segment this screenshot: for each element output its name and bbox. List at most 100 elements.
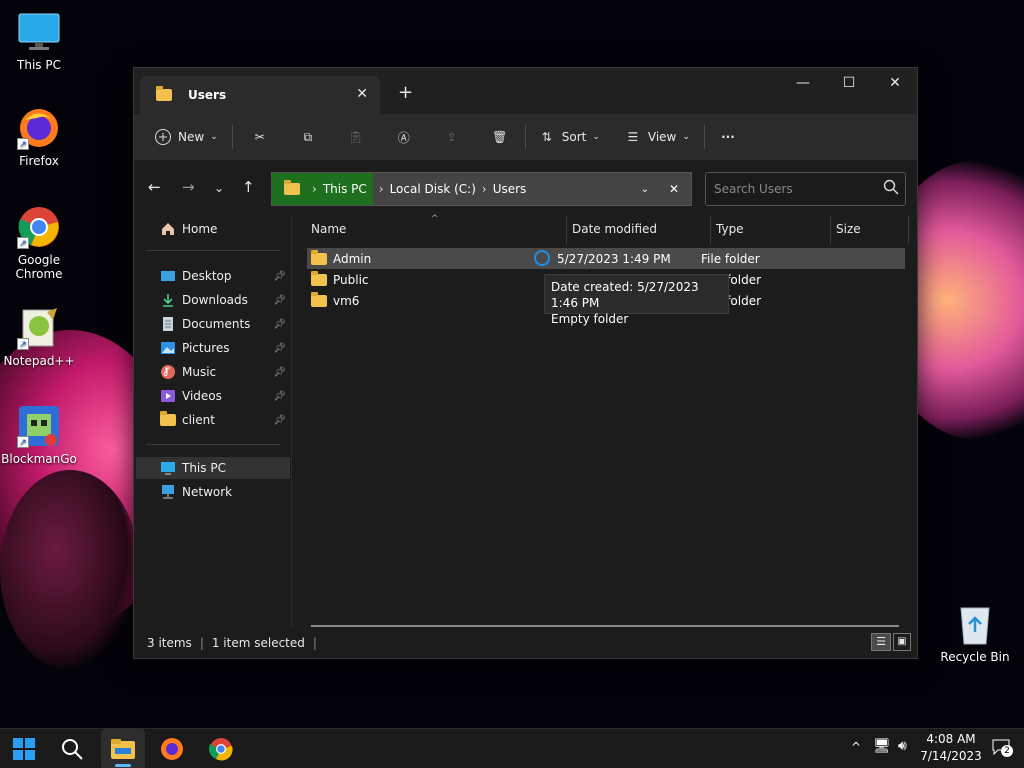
recycle-bin-icon (953, 602, 997, 646)
home-icon (160, 221, 176, 237)
navigation-pane: Home Desktop 📌︎ Downloads 📌︎ Documents 📌… (134, 216, 292, 628)
chrome-icon: ↗ (17, 205, 61, 249)
tooltip-description: Empty folder (551, 312, 629, 326)
share-icon[interactable]: ⇪ (441, 126, 463, 148)
view-button[interactable]: ☰ View ⌄ (622, 126, 690, 148)
more-options-icon[interactable]: ··· (717, 126, 739, 148)
desktop-icon-recycle-bin[interactable]: Recycle Bin (937, 602, 1013, 664)
sidebar-item-this-pc[interactable]: This PC (136, 457, 290, 479)
column-divider[interactable] (830, 216, 831, 244)
file-explorer-window: Users ✕ + — ☐ ✕ New ⌄ ✂ ⧉ 📋︎ Ⓐ ⇪ 🗑︎ ⇅ So… (133, 67, 918, 659)
search-button[interactable] (50, 729, 94, 768)
horizontal-scrollbar[interactable] (311, 625, 899, 627)
desktop-icon-firefox[interactable]: ↗ Firefox (1, 106, 77, 168)
file-name: Public (333, 272, 369, 287)
desktop-icon-label: Firefox (19, 154, 59, 168)
network-status-icon[interactable]: 🖥︎ (873, 738, 891, 754)
wallpaper-shape (0, 470, 140, 670)
desktop-icon-this-pc[interactable]: This PC (1, 10, 77, 72)
sidebar-item-videos[interactable]: Videos 📌︎ (136, 385, 290, 407)
address-root[interactable]: › This PC (272, 173, 373, 205)
breadcrumb-this-pc[interactable]: This PC (323, 182, 367, 196)
volume-icon[interactable]: 🔊︎ (898, 738, 907, 754)
new-tab-button[interactable]: + (398, 82, 413, 103)
recent-locations-chevron-icon[interactable]: ⌄ (214, 181, 224, 195)
pin-icon[interactable]: 📌︎ (273, 343, 286, 354)
up-arrow-icon[interactable]: ↑ (242, 178, 255, 196)
sidebar-item-music[interactable]: Music 📌︎ (136, 361, 290, 383)
search-input[interactable]: Search Users (705, 172, 906, 206)
desktop-icon-label: Google Chrome (15, 253, 63, 281)
folder-icon (284, 180, 300, 195)
desktop-icon-chrome[interactable]: ↗ Google Chrome (1, 205, 77, 281)
show-hidden-icons-chevron-icon[interactable]: ^ (851, 740, 861, 754)
folder-tooltip: Date created: 5/27/2023 1:46 PM Empty fo… (544, 274, 729, 326)
address-bar[interactable]: › This PC › Local Disk (C:) › Users ⌄ ✕ (271, 172, 692, 206)
copy-icon[interactable]: ⧉ (297, 126, 319, 148)
details-view-icon[interactable]: ☰ (871, 633, 891, 651)
system-clock[interactable]: 4:08 AM 7/14/2023 (918, 731, 984, 765)
column-header-size[interactable]: Size (836, 222, 861, 244)
rename-icon[interactable]: Ⓐ (393, 126, 415, 148)
desktop-icon-blockmango[interactable]: ↗ BlockmanGo (1, 404, 77, 466)
close-tab-icon[interactable]: ✕ (356, 86, 368, 102)
sidebar-item-label: Pictures (182, 341, 230, 355)
folder-icon (156, 86, 172, 101)
pin-icon[interactable]: 📌︎ (273, 391, 286, 402)
videos-icon (160, 388, 176, 404)
cut-icon[interactable]: ✂ (249, 126, 271, 148)
taskbar-chrome[interactable] (199, 729, 243, 768)
pin-icon[interactable]: 📌︎ (273, 415, 286, 426)
status-divider: | (312, 636, 317, 650)
column-header-type[interactable]: Type (716, 222, 744, 244)
file-row[interactable]: Admin 5/27/2023 1:49 PM File folder (307, 248, 905, 269)
windows-logo-icon (13, 738, 35, 760)
pin-icon[interactable]: 📌︎ (273, 295, 286, 306)
sort-ascending-icon: ^ (431, 214, 439, 224)
column-divider[interactable] (566, 216, 567, 244)
sidebar-item-client[interactable]: client 📌︎ (136, 409, 290, 431)
desktop-icon-notepadpp[interactable]: ↗ Notepad++ (1, 306, 77, 368)
notification-center-button[interactable]: 2 (992, 739, 1014, 759)
breadcrumb-users[interactable]: Users (493, 182, 527, 196)
tab-users[interactable]: Users ✕ (140, 76, 380, 114)
sort-button[interactable]: ⇅ Sort ⌄ (536, 126, 600, 148)
sidebar-item-downloads[interactable]: Downloads 📌︎ (136, 289, 290, 311)
command-bar: New ⌄ ✂ ⧉ 📋︎ Ⓐ ⇪ 🗑︎ ⇅ Sort ⌄ ☰ View ⌄ ··… (134, 114, 917, 160)
delete-icon[interactable]: 🗑︎ (489, 126, 511, 148)
sidebar-item-network[interactable]: Network (136, 481, 290, 503)
pin-icon[interactable]: 📌︎ (273, 319, 286, 330)
sidebar-item-desktop[interactable]: Desktop 📌︎ (136, 265, 290, 287)
sidebar-item-documents[interactable]: Documents 📌︎ (136, 313, 290, 335)
column-header-name[interactable]: Name (311, 222, 346, 244)
sidebar-item-pictures[interactable]: Pictures 📌︎ (136, 337, 290, 359)
sidebar-divider (146, 250, 280, 251)
taskbar-file-explorer[interactable] (101, 729, 145, 768)
pin-icon[interactable]: 📌︎ (273, 271, 286, 282)
pin-icon[interactable]: 📌︎ (273, 367, 286, 378)
back-arrow-icon[interactable]: ← (148, 178, 161, 196)
column-divider[interactable] (908, 216, 909, 244)
close-window-button[interactable]: ✕ (872, 68, 918, 98)
address-history-chevron-icon[interactable]: ⌄ (641, 184, 649, 195)
tiles-view-icon[interactable]: ▣ (893, 633, 911, 651)
start-button[interactable] (2, 729, 46, 768)
clear-address-icon[interactable]: ✕ (669, 182, 679, 196)
taskbar-firefox[interactable] (150, 729, 194, 768)
forward-arrow-icon[interactable]: → (182, 178, 195, 196)
column-divider[interactable] (710, 216, 711, 244)
column-header-date-modified[interactable]: Date modified (572, 222, 657, 244)
chevron-down-icon: ⌄ (210, 132, 218, 142)
folder-icon (311, 270, 327, 286)
paste-icon[interactable]: 📋︎ (345, 126, 367, 148)
chevron-down-icon: ⌄ (682, 132, 690, 142)
sidebar-item-home[interactable]: Home (136, 218, 290, 240)
sort-label: Sort (561, 130, 587, 144)
breadcrumb-local-disk[interactable]: Local Disk (C:) (390, 182, 476, 196)
tab-title: Users (188, 88, 227, 102)
file-type: File folder (701, 251, 760, 266)
minimize-button[interactable]: — (780, 68, 826, 98)
maximize-button[interactable]: ☐ (826, 68, 872, 98)
new-button[interactable]: New ⌄ (152, 126, 218, 148)
view-list-icon: ☰ (627, 130, 639, 144)
